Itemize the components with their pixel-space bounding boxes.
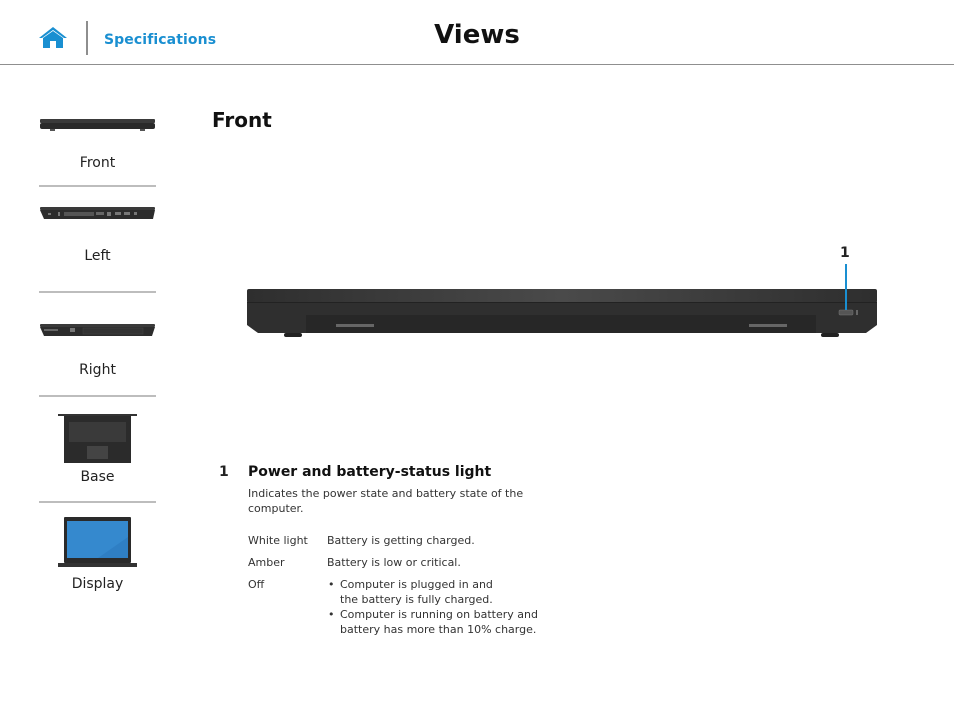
state-meaning: Battery is low or critical. [327, 556, 461, 569]
callout-line [845, 264, 847, 310]
state-meaning-list: Computer is plugged in and the battery i… [327, 577, 557, 637]
state-label: Amber [248, 556, 285, 569]
laptop-base-thumbnail [58, 414, 137, 463]
table-row: Amber Battery is low or critical. [248, 555, 557, 570]
views-sidebar: Front Left Right Base Display [39, 100, 156, 593]
state-label: Off [248, 578, 265, 591]
table-row: Off Computer is plugged in and the batte… [248, 577, 557, 637]
item-description: Indicates the power state and battery st… [248, 487, 524, 515]
sidebar-item-front[interactable]: Front [39, 100, 156, 187]
sidebar-item-base[interactable]: Base [39, 397, 156, 503]
laptop-left-thumbnail [40, 207, 155, 219]
table-row: White light Battery is getting charged. [248, 533, 557, 548]
header-bar: Specifications Views [0, 0, 954, 65]
laptop-display-thumbnail [58, 517, 137, 567]
item-title: Power and battery-status light [248, 464, 492, 480]
list-item: Computer is plugged in and the battery i… [328, 577, 505, 607]
list-item: Computer is running on battery and batte… [328, 607, 545, 637]
sidebar-item-label: Left [84, 248, 111, 264]
status-light-table: White light Battery is getting charged. … [248, 533, 557, 644]
sidebar-item-label: Right [79, 362, 116, 378]
page-title: Views [434, 20, 520, 50]
sidebar-item-display[interactable]: Display [39, 503, 156, 593]
sidebar-item-label: Display [71, 576, 124, 592]
laptop-right-thumbnail [40, 324, 155, 336]
sidebar-item-label: Front [79, 155, 116, 171]
state-meaning: Battery is getting charged. [327, 534, 475, 547]
state-label: White light [248, 534, 308, 547]
laptop-front-thumbnail [40, 119, 155, 131]
laptop-front-view-image [247, 289, 877, 337]
sidebar-item-label: Base [80, 469, 115, 485]
sidebar-item-left[interactable]: Left [39, 187, 156, 293]
section-title: Front [212, 108, 272, 132]
callout-number: 1 [840, 245, 850, 261]
sidebar-item-right[interactable]: Right [39, 293, 156, 397]
item-number: 1 [219, 464, 229, 480]
